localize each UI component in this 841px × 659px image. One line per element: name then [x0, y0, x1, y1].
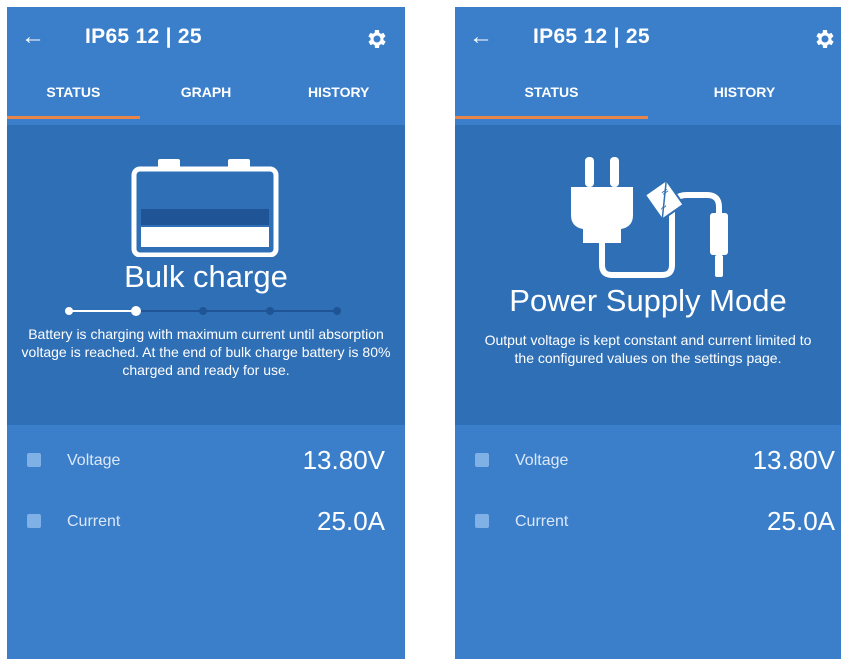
- settings-gear-icon[interactable]: [365, 27, 389, 51]
- battery-voltage-icon: [27, 453, 41, 467]
- power-supply-status-panel: ~ = Power Supply Mode Output voltage is …: [455, 125, 841, 425]
- current-icon: [27, 514, 41, 528]
- progress-step-dot: [266, 307, 274, 315]
- settings-gear-icon[interactable]: [813, 27, 837, 51]
- app-header: ← IP65 12 | 25 STATUS HISTORY: [455, 7, 841, 125]
- battery-icon: [131, 159, 279, 257]
- charger-status-screen-power-supply: ← IP65 12 | 25 STATUS HISTORY ~ = Power …: [455, 7, 841, 659]
- charger-status-screen-bulk: ← IP65 12 | 25 STATUS GRAPH HISTORY Bulk…: [7, 7, 405, 659]
- charge-progress-indicator: [65, 306, 341, 316]
- tab-graph[interactable]: GRAPH: [140, 77, 273, 125]
- tab-history[interactable]: HISTORY: [272, 77, 405, 125]
- device-title: IP65 12 | 25: [85, 25, 202, 48]
- charge-state-description: Battery is charging with maximum current…: [21, 326, 391, 378]
- tab-bar: STATUS HISTORY: [455, 77, 841, 125]
- tab-bar: STATUS GRAPH HISTORY: [7, 77, 405, 125]
- progress-step-dot: [333, 307, 341, 315]
- voltage-value: 13.80V: [302, 445, 385, 475]
- battery-voltage-icon: [475, 453, 489, 467]
- voltage-row: Voltage 13.80V: [455, 440, 841, 480]
- tab-history[interactable]: HISTORY: [648, 77, 841, 125]
- current-value: 25.0A: [767, 506, 835, 536]
- mode-title: Power Supply Mode: [509, 283, 787, 318]
- progress-step-dot: [199, 307, 207, 315]
- voltage-label: Voltage: [515, 452, 569, 469]
- charge-state-title: Bulk charge: [124, 259, 288, 294]
- voltage-label: Voltage: [67, 452, 121, 469]
- voltage-value: 13.80V: [752, 445, 835, 475]
- current-row: Current 25.0A: [7, 501, 405, 541]
- back-arrow-icon[interactable]: ←: [21, 23, 45, 51]
- app-header: ← IP65 12 | 25 STATUS GRAPH HISTORY: [7, 7, 405, 125]
- progress-step-dot: [131, 306, 141, 316]
- back-arrow-icon[interactable]: ←: [469, 23, 493, 51]
- voltage-row: Voltage 13.80V: [7, 440, 405, 480]
- current-label: Current: [67, 513, 121, 530]
- current-label: Current: [515, 513, 569, 530]
- tab-status[interactable]: STATUS: [7, 77, 140, 125]
- current-icon: [475, 514, 489, 528]
- mode-description: Output voltage is kept constant and curr…: [484, 332, 812, 366]
- charge-status-panel: Bulk charge Battery is charging with max…: [7, 125, 405, 425]
- current-value: 25.0A: [317, 506, 385, 536]
- current-row: Current 25.0A: [455, 501, 841, 541]
- tab-status[interactable]: STATUS: [455, 77, 648, 125]
- device-title: IP65 12 | 25: [533, 25, 650, 48]
- power-plug-icon: ~ =: [571, 157, 728, 278]
- progress-step-dot: [65, 307, 73, 315]
